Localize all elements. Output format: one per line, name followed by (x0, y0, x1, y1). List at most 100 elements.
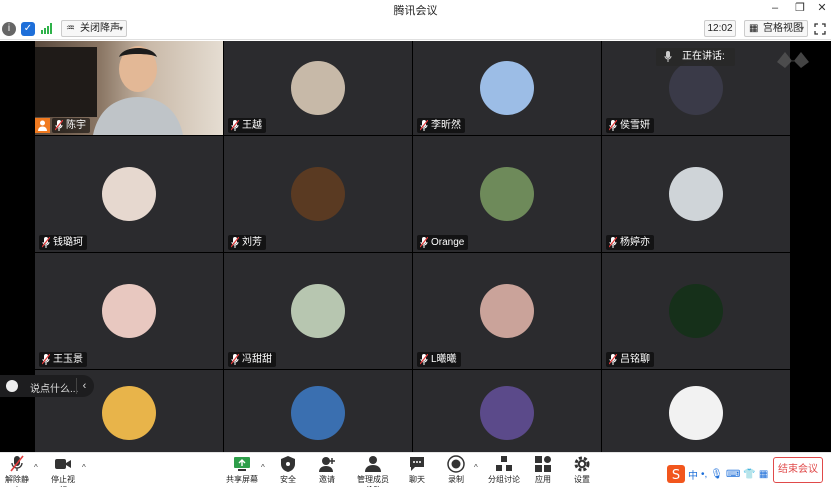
gear-icon (574, 456, 590, 472)
chevron-up-icon[interactable]: ^ (261, 463, 265, 472)
avatar (291, 167, 345, 221)
invite-label: 邀请 (319, 475, 335, 484)
chat-button[interactable]: 聊天 (407, 455, 427, 485)
view-mode-label: 宫格视图 (763, 23, 803, 34)
waveform-icon: ♒ (66, 23, 75, 34)
participant-tile[interactable]: 杨婷亦 (602, 136, 790, 252)
keyboard-icon[interactable]: ⌨ (726, 469, 740, 480)
participant-tile[interactable] (602, 370, 790, 455)
participant-nametag: 钱璐珂 (39, 235, 87, 250)
skin-icon[interactable]: 👕 (743, 469, 755, 480)
participant-name: 刘芳 (242, 237, 262, 248)
avatar (102, 284, 156, 338)
stop-video-button[interactable]: 停止视频 (48, 455, 78, 487)
participant-tile[interactable]: 吕铭聊 (602, 253, 790, 369)
sogou-logo-icon: S (667, 465, 685, 483)
avatar (669, 167, 723, 221)
muted-mic-icon (608, 119, 618, 131)
participant-tile[interactable] (224, 370, 412, 455)
unmute-button[interactable]: 解除静音 (2, 455, 32, 487)
chevron-down-icon: ▾ (118, 24, 123, 33)
ime-toolbar[interactable]: S 中 •, 🎙 ⌨ 👕 ▦ (667, 465, 769, 483)
camera-icon (55, 459, 71, 469)
speaking-label: 正在讲话: (682, 51, 725, 62)
participant-grid: 陈宇 王越 李昕然 侯雪妍 钱璐珂 刘芳 Orange 杨婷亦 王玉景 冯甜甜 L曦曦 吕铭聊 (35, 41, 790, 455)
noise-reduction-dropdown[interactable]: ♒ 关闭降声 ▾ (61, 20, 127, 37)
participant-name: 王玉景 (53, 354, 83, 365)
participant-tile[interactable]: 李昕然 (413, 41, 601, 135)
record-button[interactable]: 录制 (446, 455, 466, 485)
chevron-up-icon[interactable]: ^ (82, 463, 86, 472)
muted-mic-icon (419, 353, 429, 365)
host-badge-icon (35, 118, 50, 133)
emoji-icon[interactable] (6, 380, 18, 392)
participant-nametag: 刘芳 (228, 235, 266, 250)
share-screen-icon (234, 457, 250, 471)
security-button[interactable]: 安全 (278, 455, 298, 485)
minimize-icon[interactable]: – (767, 1, 783, 15)
participant-nametag: 王玉景 (39, 352, 87, 367)
share-screen-button[interactable]: 共享屏幕 (226, 455, 258, 485)
close-icon[interactable]: ✕ (814, 1, 830, 15)
participant-tile[interactable]: 王越 (224, 41, 412, 135)
breakout-button[interactable]: 分组讨论 (488, 455, 520, 485)
avatar (669, 284, 723, 338)
participant-name: L曦曦 (431, 354, 457, 365)
participant-tile[interactable]: 钱璐珂 (35, 136, 223, 252)
members-label: 管理成员(16) (357, 475, 389, 487)
manage-members-button[interactable]: 管理成员(16) (350, 455, 396, 487)
participant-tile[interactable]: 刘芳 (224, 136, 412, 252)
shield-icon[interactable]: ✓ (21, 22, 35, 36)
muted-mic-icon (54, 119, 64, 131)
participant-tile[interactable]: 陈宇 (35, 41, 223, 135)
view-mode-dropdown[interactable]: ▦ 宫格视图 ▾ (744, 20, 808, 37)
host-video-feed (93, 43, 183, 135)
participant-tile[interactable]: 冯甜甜 (224, 253, 412, 369)
participant-tile[interactable]: 王玉景 (35, 253, 223, 369)
invite-button[interactable]: 邀请 (317, 455, 337, 485)
muted-mic-icon (230, 353, 240, 365)
end-meeting-button[interactable]: 结束会议 (773, 457, 823, 483)
info-icon[interactable]: i (2, 22, 16, 36)
participant-tile[interactable]: L曦曦 (413, 253, 601, 369)
piano-background (35, 47, 97, 117)
muted-mic-icon (10, 455, 24, 472)
shield-icon (281, 456, 295, 472)
apps-label: 应用 (535, 475, 551, 484)
muted-mic-icon (419, 236, 429, 248)
mic-icon (664, 51, 672, 70)
signal-icon[interactable] (41, 23, 53, 34)
participant-tile[interactable]: Orange (413, 136, 601, 252)
participant-name: 冯甜甜 (242, 354, 272, 365)
participant-nametag: 吕铭聊 (606, 352, 654, 367)
chat-label: 聊天 (409, 475, 425, 484)
restore-icon[interactable]: ❐ (792, 1, 808, 15)
chat-quick-input[interactable]: 说点什么... ‹ (0, 375, 94, 397)
avatar (291, 61, 345, 115)
more-tools-icon[interactable]: ▦ (759, 469, 768, 480)
title-bar: 腾讯会议 – ❐ ✕ (0, 0, 831, 17)
ime-language[interactable]: 中 (688, 467, 698, 482)
voice-input-icon[interactable]: 🎙 (710, 469, 723, 480)
participant-nametag: L曦曦 (417, 352, 461, 367)
participant-name: 钱璐珂 (53, 237, 83, 248)
settings-button[interactable]: 设置 (572, 455, 592, 485)
chevron-up-icon[interactable]: ^ (34, 463, 38, 472)
avatar (480, 167, 534, 221)
chevron-left-icon[interactable]: ‹ (76, 378, 92, 394)
chevron-down-icon: ▾ (799, 24, 804, 33)
muted-mic-icon (41, 236, 51, 248)
video-stage: 陈宇 王越 李昕然 侯雪妍 钱璐珂 刘芳 Orange 杨婷亦 王玉景 冯甜甜 L曦曦 吕铭聊 (0, 41, 831, 455)
apps-button[interactable]: 应用 (533, 455, 553, 485)
record-label: 录制 (448, 475, 464, 484)
participant-nametag: 陈宇 (52, 118, 90, 133)
window-title: 腾讯会议 (393, 5, 438, 17)
chevron-up-icon[interactable]: ^ (474, 463, 478, 472)
fullscreen-icon[interactable] (814, 23, 826, 35)
punctuation-icon[interactable]: •, (701, 469, 707, 480)
participant-tile[interactable] (413, 370, 601, 455)
chat-placeholder: 说点什么... (30, 384, 79, 395)
apps-icon (535, 456, 551, 472)
participant-nametag: 冯甜甜 (228, 352, 276, 367)
security-label: 安全 (280, 475, 296, 484)
